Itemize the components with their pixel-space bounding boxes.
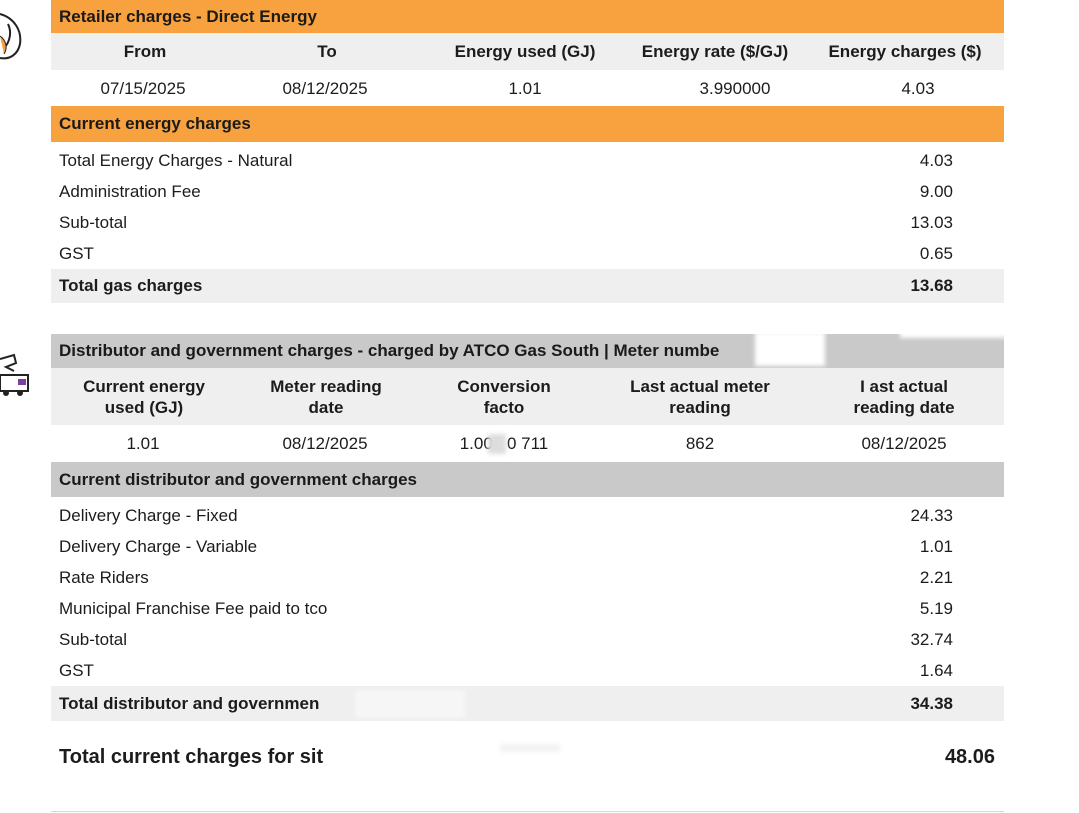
logo-fragment-icon [0,13,22,60]
col-header-last-actual-reading-date: I ast actual reading date [853,377,955,417]
line-value: 24.33 [910,505,953,525]
line-item: Delivery Charge - Variable 1.01 [51,531,1004,562]
redaction-smudge [500,744,560,752]
cell-last-actual-reading-date: 08/12/2025 [861,434,947,453]
distributor-section-title: Distributor and government charges - cha… [51,334,1004,368]
col-header-energy-rate: Energy rate ($/GJ) [641,42,789,61]
line-item: Municipal Franchise Fee paid to tco 5.19 [51,593,1004,624]
retailer-header-row: From To Energy used (GJ) Energy rate ($/… [51,33,1004,70]
line-label: Sub-total [59,629,128,649]
col-header-meter-reading-date: Meter reading date [270,377,382,417]
col-header-current-energy: Current energy used (GJ) [83,377,205,417]
total-label: Total gas charges [59,276,203,295]
line-item: Sub-total 32.74 [51,624,1004,655]
cell-energy-charges: 4.03 [901,79,935,98]
redaction-smudge [355,690,465,718]
line-item: Delivery Charge - Fixed 24.33 [51,500,1004,531]
col-header-energy-used: Energy used (GJ) [454,42,596,61]
redaction-smudge [488,434,506,454]
line-label: GST [59,243,94,263]
line-value: 5.19 [919,598,953,618]
cell-from: 07/15/2025 [100,79,186,98]
col-header-to: To [317,42,337,61]
line-value: 32.74 [910,629,953,649]
total-distributor-charges-row: Total distributor and governmen 34.38 [51,686,1004,721]
cell-energy-rate: 3.990000 [699,79,771,98]
cell-meter-reading-date: 08/12/2025 [282,434,368,453]
line-label: Delivery Charge - Variable [59,536,258,556]
grand-total-label: Total current charges for sit [59,745,324,768]
truck-fragment-icon [0,353,29,396]
redaction-smudge [330,744,440,770]
line-value: 13.03 [910,212,953,232]
col-header-conversion-factor: Conversion facto [457,377,551,417]
line-label: Sub-total [59,212,128,232]
total-label: Total distributor and governmen [59,693,320,713]
line-label: Delivery Charge - Fixed [59,505,238,525]
cell-last-actual-reading: 862 [685,434,715,453]
line-label: Rate Riders [59,567,149,587]
total-gas-charges-row: Total gas charges 13.68 [51,269,1004,303]
total-value: 13.68 [910,276,953,295]
line-item: Sub-total 13.03 [51,207,1004,238]
line-item: Total Energy Charges - Natural 4.03 [51,145,1004,176]
cell-energy-used: 1.01 [508,79,542,98]
line-value: 9.00 [919,181,953,201]
line-value: 1.64 [919,660,953,680]
line-item: GST 1.64 [51,655,1004,686]
line-value: 0.65 [919,243,953,263]
total-value: 34.38 [910,693,953,713]
col-header-last-actual-meter-reading: Last actual meter reading [630,377,770,417]
distributor-data-row: 1.01 08/12/2025 1.000 0 711 862 08/12/20… [51,427,1004,461]
current-energy-title: Current energy charges [51,106,1004,142]
cell-current-energy: 1.01 [126,434,160,453]
redaction-smudge [755,332,825,366]
line-item: Rate Riders 2.21 [51,562,1004,593]
current-distributor-title: Current distributor and government charg… [51,462,1004,497]
bottom-divider [51,811,1004,812]
line-label: Total Energy Charges - Natural [59,150,293,170]
redaction-smudge [900,330,1006,338]
retailer-data-row: 07/15/2025 08/12/2025 1.01 3.990000 4.03 [51,72,1004,106]
line-label: GST [59,660,94,680]
col-header-from: From [123,42,167,61]
retailer-section-title: Retailer charges - Direct Energy [51,0,1004,33]
line-label: Administration Fee [59,181,201,201]
grand-total-value: 48.06 [944,745,995,768]
line-label: Municipal Franchise Fee paid to tco [59,598,328,618]
line-item: GST 0.65 [51,238,1004,269]
line-value: 4.03 [919,150,953,170]
cell-to: 08/12/2025 [282,79,368,98]
distributor-header-row: Current energy used (GJ) Meter reading d… [51,368,1004,425]
col-header-energy-charges: Energy charges ($) [828,42,982,61]
line-item: Administration Fee 9.00 [51,176,1004,207]
line-value: 1.01 [919,536,953,556]
line-value: 2.21 [919,567,953,587]
